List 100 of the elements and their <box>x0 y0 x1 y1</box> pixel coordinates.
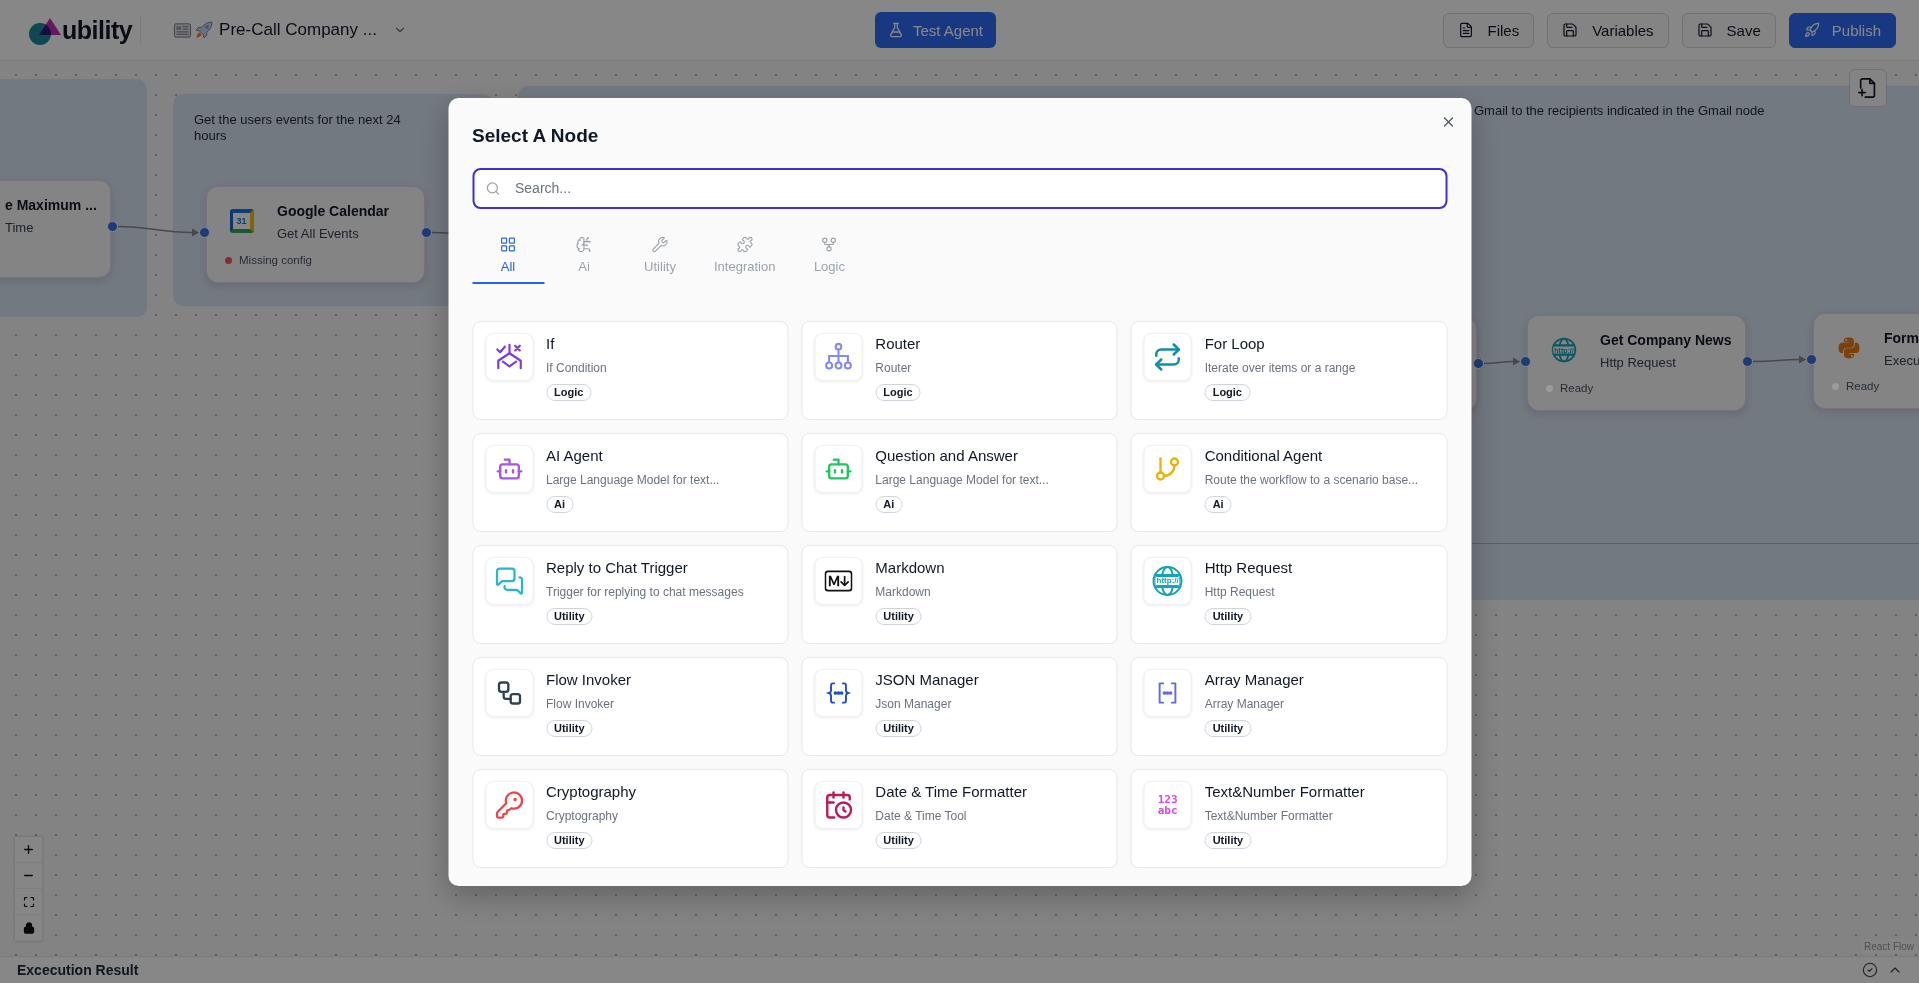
newspaper-icon <box>174 22 192 38</box>
test-agent-button[interactable]: Test Agent <box>874 12 997 48</box>
option-title: Cryptography <box>546 781 637 802</box>
option-description: If Condition <box>546 359 607 376</box>
puzzle-icon <box>736 235 754 253</box>
workflow-icon <box>485 668 533 717</box>
category-tag: Utility <box>875 831 922 849</box>
toolbar-button[interactable]: Publish <box>1788 12 1896 48</box>
option-description: Trigger for replying to chat messages <box>546 583 744 600</box>
node-option[interactable]: Router Router Logic <box>801 320 1118 420</box>
category-tag: Ai <box>1204 495 1232 513</box>
connection-handle[interactable] <box>199 227 210 238</box>
check-and-cross-icon <box>485 332 533 381</box>
category-tag: Utility <box>875 607 922 625</box>
category-tag: Logic <box>546 383 592 401</box>
connection-handle[interactable] <box>1473 358 1484 369</box>
option-title: Text&Number Formatter <box>1204 781 1365 802</box>
connection-handle[interactable] <box>1520 356 1531 367</box>
node-option[interactable]: Reply to Chat Trigger Trigger for replying to chat messages Utility <box>472 544 789 644</box>
document-icon <box>1457 22 1474 38</box>
brackets-icon <box>1143 668 1192 717</box>
repeat-icon <box>1143 332 1192 381</box>
option-title: Router <box>875 333 921 354</box>
category-tag: Ai <box>875 495 903 513</box>
fit-view-button[interactable] <box>15 889 42 915</box>
search-field[interactable]: Search... <box>472 167 1447 209</box>
zoom-in-button[interactable] <box>15 837 42 863</box>
robot-icon <box>485 444 533 493</box>
option-description: Flow Invoker <box>546 695 615 712</box>
icon-label: 123 <box>1157 793 1178 805</box>
node-option[interactable]: If If Condition Logic <box>472 320 789 420</box>
option-description: Large Language Model for text... <box>875 471 1049 488</box>
node-option[interactable]: 123 abc Text&Number Formatter Text&Number Formatter Utility <box>1130 768 1447 868</box>
node-title: Google Calendar <box>277 202 390 220</box>
workflow-title[interactable]: Pre-Call Company ... <box>219 20 377 40</box>
node-status: Ready <box>1560 381 1594 395</box>
workflow-node[interactable]: 31 Google Calendar Get All Events Missing config <box>206 186 425 283</box>
toolbar-button[interactable]: Variables <box>1547 12 1669 48</box>
toolbar-button[interactable]: Save <box>1681 12 1776 48</box>
option-description: Json Manager <box>875 695 952 712</box>
add-file-button[interactable] <box>1849 69 1887 107</box>
connection-handle[interactable] <box>107 221 118 232</box>
option-title: For Loop <box>1204 333 1265 354</box>
node-subtitle: Get All Events <box>277 225 360 243</box>
globe-icon <box>1151 564 1184 597</box>
icon-label: http:// <box>1154 575 1181 586</box>
node-subtitle: Execu <box>1884 352 1919 370</box>
option-description: Large Language Model for text... <box>546 471 720 488</box>
python-icon <box>1837 336 1861 360</box>
node-option[interactable]: Question and Answer Large Language Model for text... Ai <box>801 432 1118 532</box>
dialog-title: Select A Node <box>472 123 599 148</box>
node-subtitle: Http Request <box>1600 354 1677 372</box>
search-icon <box>485 180 500 196</box>
workflow-node[interactable]: Form Execu Ready <box>1813 313 1919 409</box>
node-option[interactable]: AI Agent Large Language Model for text... Ai <box>472 432 789 532</box>
category-tag: Utility <box>546 719 593 737</box>
option-title: JSON Manager <box>875 669 979 690</box>
workflow-node[interactable]: e Maximum ... Time <box>0 180 111 278</box>
connection-handle[interactable] <box>1806 354 1817 365</box>
check-circle-icon[interactable] <box>1862 962 1878 978</box>
node-option[interactable]: Date & Time Formatter Date & Time Tool Utility <box>801 768 1118 868</box>
group-description: Gmail to the recipients indicated in the Gmail node <box>1474 103 1765 119</box>
node-title: Form <box>1884 329 1919 347</box>
option-title: Question and Answer <box>875 445 1018 466</box>
lock-button[interactable] <box>15 915 42 941</box>
node-option[interactable]: Conditional Agent Route the workflow to a scenario base... Ai <box>1130 432 1447 532</box>
category-tag: Utility <box>875 719 922 737</box>
frame-corners-icon <box>22 895 35 908</box>
connection-handle[interactable] <box>1742 356 1753 367</box>
option-description: Markdown <box>875 583 931 600</box>
category-tag: Utility <box>546 831 593 849</box>
category-tag: Logic <box>1204 383 1250 401</box>
node-option[interactable]: Array Manager Array Manager Utility <box>1130 656 1447 756</box>
node-option[interactable]: http:// Http Request Http Request Utility <box>1130 544 1447 644</box>
lock-icon <box>22 921 35 934</box>
brand-name: ubility <box>62 15 133 45</box>
node-option[interactable]: Flow Invoker Flow Invoker Utility <box>472 656 789 756</box>
category-tag: Ai <box>546 495 573 513</box>
markdown-icon <box>814 556 863 605</box>
connection-handle[interactable] <box>421 227 432 238</box>
node-option[interactable]: JSON Manager Json Manager Utility <box>801 656 1118 756</box>
flask-icon <box>887 22 904 38</box>
chat-bubbles-icon <box>485 556 533 605</box>
option-title: If <box>546 333 555 354</box>
fork-icon <box>820 235 838 253</box>
brain-circuit-icon <box>575 235 593 253</box>
option-title: Flow Invoker <box>546 669 632 690</box>
category-tag: Utility <box>546 607 593 625</box>
option-description: Text&Number Formatter <box>1204 807 1333 824</box>
icon-label: abc <box>1157 804 1178 816</box>
node-option[interactable]: Markdown Markdown Utility <box>801 544 1118 644</box>
option-title: Conditional Agent <box>1204 445 1323 466</box>
node-option[interactable]: Cryptography Cryptography Utility <box>472 768 789 868</box>
toolbar-button[interactable]: Files <box>1442 12 1535 48</box>
calendar-clock-icon <box>814 780 863 829</box>
option-description: Route the workflow to a scenario base... <box>1204 471 1419 488</box>
node-option[interactable]: For Loop Iterate over items or a range Logic <box>1130 320 1447 420</box>
icon-label: 31 <box>236 216 247 226</box>
option-description: Router <box>875 359 912 376</box>
category-tab[interactable]: All <box>472 234 544 284</box>
